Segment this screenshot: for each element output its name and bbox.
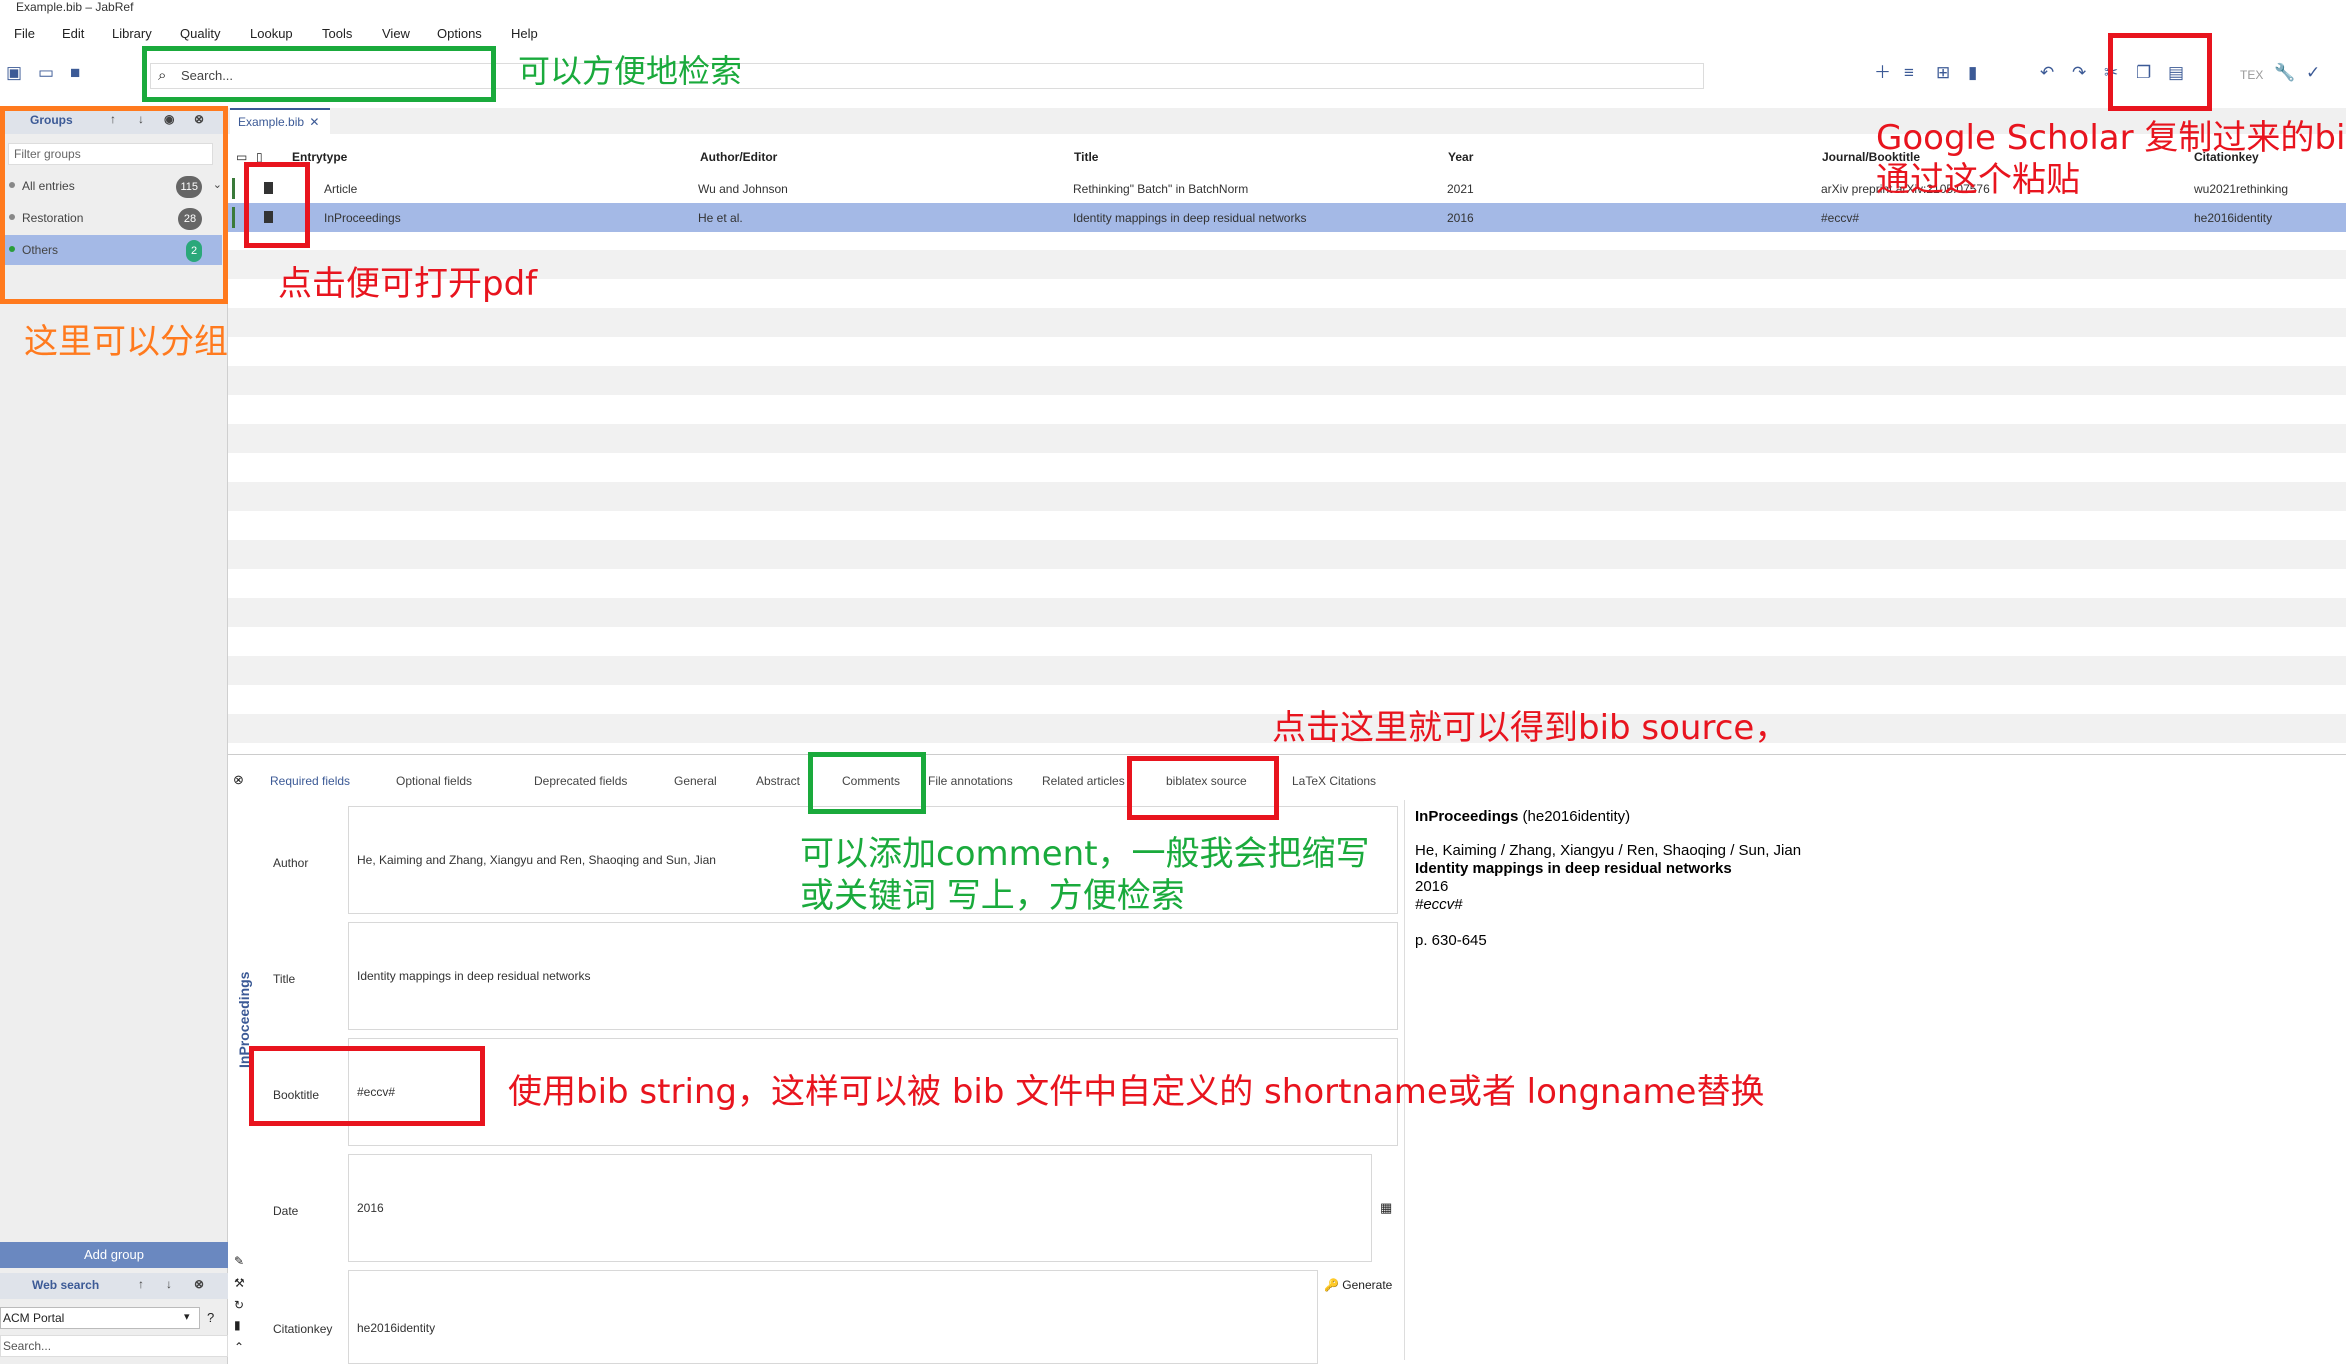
annotation-bibstring: 使用bib string，这样可以被 bib 文件中自定义的 shortname… bbox=[508, 1072, 1765, 1112]
annotation-comment-2: 或关键词 写上，方便检索 bbox=[800, 876, 1185, 916]
cell-entrytype: Article bbox=[324, 182, 358, 196]
cell-author: Wu and Johnson bbox=[698, 182, 788, 196]
cell-citationkey: he2016identity bbox=[2194, 211, 2273, 225]
preview-booktitle: #eccv# bbox=[1415, 896, 1463, 913]
web-search-input[interactable]: Search... bbox=[0, 1335, 228, 1357]
new-library-icon[interactable]: ▣ bbox=[6, 64, 22, 82]
preview-pages: p. 630-645 bbox=[1415, 932, 1487, 949]
paste-highlight-box bbox=[2108, 33, 2212, 111]
tab-related-articles[interactable]: Related articles bbox=[1042, 774, 1125, 788]
menu-view[interactable]: View bbox=[382, 26, 410, 41]
cell-author: He et al. bbox=[698, 211, 743, 225]
source-highlight-box bbox=[1127, 756, 1279, 820]
tab-general[interactable]: General bbox=[674, 774, 717, 788]
add-entry-from-id-icon[interactable]: ≡ bbox=[1904, 64, 1914, 82]
row-marker bbox=[232, 207, 235, 228]
add-group-button[interactable]: Add group bbox=[0, 1242, 228, 1268]
menu-options[interactable]: Options bbox=[437, 26, 482, 41]
date-field[interactable]: 2016 bbox=[348, 1154, 1372, 1262]
close-tab-icon[interactable]: ✕ bbox=[309, 115, 319, 129]
menu-lookup[interactable]: Lookup bbox=[250, 26, 293, 41]
preview-year: 2016 bbox=[1415, 878, 1449, 895]
move-up-icon[interactable]: ↑ bbox=[138, 1277, 144, 1291]
undo-icon[interactable]: ↶ bbox=[2040, 64, 2054, 82]
latex-icon[interactable]: TEX bbox=[2240, 66, 2263, 84]
web-search-title: Web search bbox=[32, 1278, 100, 1292]
dropdown-arrow-icon: ▾ bbox=[184, 1311, 190, 1323]
menu-file[interactable]: File bbox=[14, 26, 35, 41]
citationkey-label: Citationkey bbox=[273, 1322, 333, 1336]
column-title[interactable]: Title bbox=[1074, 150, 1098, 164]
date-label: Date bbox=[273, 1204, 299, 1218]
groups-highlight-box bbox=[0, 106, 228, 304]
delete-icon[interactable]: ▮ bbox=[234, 1318, 241, 1332]
add-entry-plus-icon[interactable]: ⊞ bbox=[1936, 64, 1950, 82]
preview-key: (he2016identity) bbox=[1522, 808, 1631, 825]
wrench-icon[interactable]: ⚒ bbox=[234, 1276, 245, 1290]
annotation-pdf: 点击便可打开pdf bbox=[278, 264, 538, 304]
tab-label: Example.bib bbox=[238, 115, 305, 129]
fetcher-select[interactable]: ACM Portal bbox=[0, 1307, 200, 1329]
tab-deprecated-fields[interactable]: Deprecated fields bbox=[534, 774, 627, 788]
close-editor-icon[interactable]: ⊗ bbox=[233, 772, 244, 788]
tab-optional-fields[interactable]: Optional fields bbox=[396, 774, 472, 788]
open-library-icon[interactable]: ▭ bbox=[38, 64, 54, 82]
tab-latex-citations[interactable]: LaTeX Citations bbox=[1292, 774, 1376, 788]
menu-quality[interactable]: Quality bbox=[180, 26, 220, 41]
collapse-icon[interactable]: ⌃ bbox=[234, 1340, 244, 1354]
edit-icon[interactable]: ✎ bbox=[234, 1254, 244, 1268]
preview-authors: He, Kaiming / Zhang, Xiangyu / Ren, Shao… bbox=[1415, 842, 1802, 859]
annotation-source: 点击这里就可以得到bib source， bbox=[1272, 708, 1789, 748]
cell-entrytype: InProceedings bbox=[324, 211, 401, 225]
tab-example-bib[interactable]: Example.bib ✕ bbox=[230, 108, 330, 134]
cell-journal: #eccv# bbox=[1821, 211, 1860, 225]
add-entry-icon[interactable]: ＋ bbox=[1874, 64, 1891, 82]
citationkey-field[interactable]: he2016identity bbox=[348, 1270, 1318, 1364]
cell-title: Identity mappings in deep residual netwo… bbox=[1073, 211, 1307, 225]
generate-button[interactable]: 🔑 Generate bbox=[1324, 1278, 1392, 1292]
column-author[interactable]: Author/Editor bbox=[700, 150, 777, 164]
cell-title: Rethinking" Batch" in BatchNorm bbox=[1073, 182, 1249, 196]
cell-year: 2021 bbox=[1447, 182, 1474, 196]
column-year[interactable]: Year bbox=[1448, 150, 1473, 164]
menu-help[interactable]: Help bbox=[511, 26, 538, 41]
menu-edit[interactable]: Edit bbox=[62, 26, 84, 41]
search-highlight-box bbox=[142, 46, 496, 102]
table-row[interactable]: InProceedings He et al. Identity mapping… bbox=[228, 203, 2346, 232]
window-title: Example.bib – JabRef bbox=[0, 0, 2346, 14]
menu-library[interactable]: Library bbox=[112, 26, 152, 41]
comments-highlight-box bbox=[808, 752, 926, 814]
author-label: Author bbox=[273, 856, 309, 870]
entry-table: ▭ ▯ Entrytype Author/Editor Title Year J… bbox=[228, 134, 2346, 754]
menu-tools[interactable]: Tools bbox=[322, 26, 352, 41]
annotation-groups: 这里可以分组 bbox=[24, 322, 228, 362]
close-web-search-icon[interactable]: ⊗ bbox=[194, 1277, 204, 1291]
tab-abstract[interactable]: Abstract bbox=[756, 774, 800, 788]
annotation-search: 可以方便地检索 bbox=[518, 52, 743, 90]
calendar-icon[interactable]: ▦ bbox=[1380, 1200, 1392, 1216]
tab-required-fields[interactable]: Required fields bbox=[270, 774, 350, 788]
booktitle-highlight-box bbox=[249, 1046, 485, 1126]
key-icon: 🔑 bbox=[1324, 1278, 1339, 1292]
help-icon[interactable]: ? bbox=[207, 1310, 214, 1325]
cell-year: 2016 bbox=[1447, 211, 1474, 225]
cleanup-icon[interactable]: ✓ bbox=[2306, 64, 2320, 82]
delete-entry-icon[interactable]: ▮ bbox=[1968, 64, 1977, 82]
cell-citationkey: wu2021rethinking bbox=[2194, 182, 2289, 196]
preview-type: InProceedings bbox=[1415, 808, 1519, 825]
row-marker bbox=[232, 178, 235, 199]
web-search-header: Web search ↑ ↓ ⊗ bbox=[0, 1273, 228, 1299]
wrench-icon[interactable]: 🔧 bbox=[2274, 64, 2295, 82]
move-down-icon[interactable]: ↓ bbox=[166, 1277, 172, 1291]
annotation-paste-2: 通过这个粘贴 bbox=[1876, 160, 2080, 200]
tab-file-annotations[interactable]: File annotations bbox=[928, 774, 1013, 788]
title-label: Title bbox=[273, 972, 296, 986]
save-library-icon[interactable]: ■ bbox=[70, 64, 80, 82]
refresh-icon[interactable]: ↻ bbox=[234, 1298, 244, 1312]
redo-icon[interactable]: ↷ bbox=[2072, 64, 2086, 82]
title-field[interactable]: Identity mappings in deep residual netwo… bbox=[348, 922, 1398, 1030]
pdf-highlight-box bbox=[244, 162, 310, 248]
generate-label: Generate bbox=[1342, 1278, 1393, 1292]
preview-title: Identity mappings in deep residual netwo… bbox=[1415, 860, 1732, 877]
